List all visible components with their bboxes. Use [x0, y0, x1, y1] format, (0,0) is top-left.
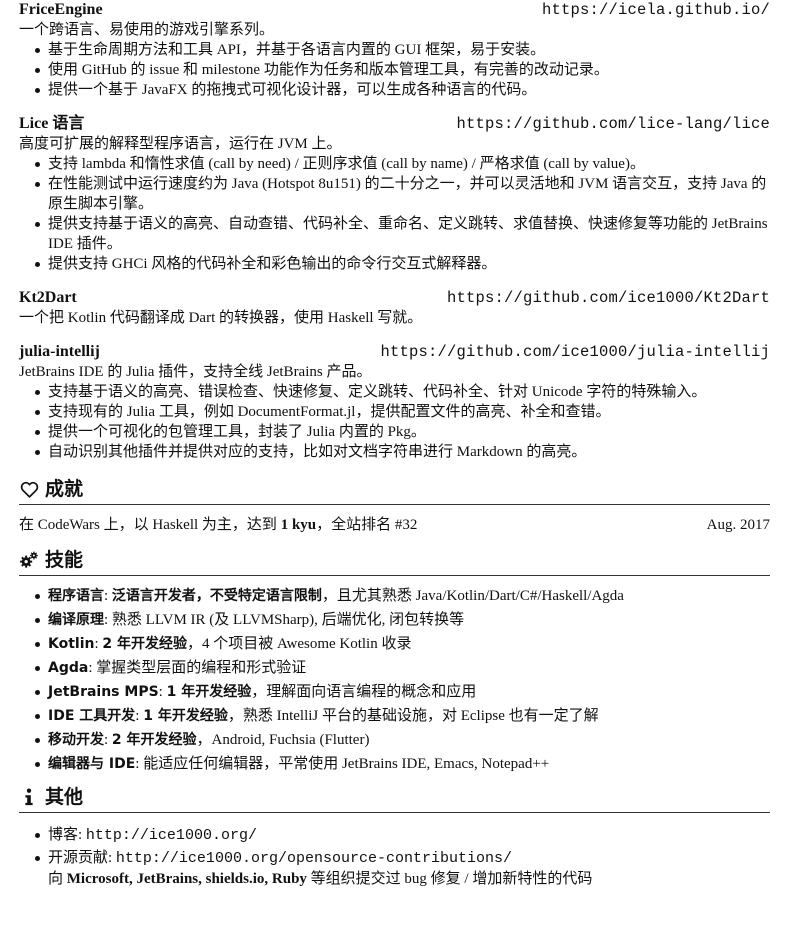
project-header: FriceEngine https://icela.github.io/ [19, 0, 770, 20]
list-item: 支持现有的 Julia 工具，例如 DocumentFormat.jl，提供配置… [35, 402, 770, 422]
skill-text: ，且尤其熟悉 Java/Kotlin/Dart/C#/Haskell/Agda [321, 588, 624, 604]
project-title: Lice 语言 [19, 115, 85, 132]
skill-text: ，4 个项目被 Awesome Kotlin 收录 [187, 636, 412, 652]
skill-text: 掌握类型层面的编程和形式验证 [96, 660, 307, 676]
skill-highlight: 泛语言开发者，不受特定语言限制 [111, 588, 322, 604]
skill-label: 程序语言 [48, 588, 104, 604]
list-item: 编辑器与 IDE: 能适应任何编辑器，平常使用 JetBrains IDE, E… [35, 754, 770, 774]
achievement-text: 在 CodeWars 上，以 Haskell 为主，达到 1 kyu，全站排名 … [19, 515, 417, 535]
list-item: 提供一个可视化的包管理工具，封装了 Julia 内置的 Pkg。 [35, 422, 770, 442]
cogs-icon [19, 550, 39, 570]
project-bullets: 支持 lambda 和惰性求值 (call by need) / 正则序求值 (… [19, 154, 770, 274]
skill-highlight: 1 年开发经验 [143, 708, 228, 724]
section-heading-others: 其他 [19, 784, 770, 813]
skill-sep: : [104, 588, 112, 604]
achievement-suffix: ，全站排名 #32 [316, 517, 418, 533]
project-title: FriceEngine [19, 1, 103, 18]
project-url[interactable]: https://icela.github.io/ [542, 0, 770, 20]
list-item: 基于生命周期方法和工具 API，并基于各语言内置的 GUI 框架，易于安装。 [35, 40, 770, 60]
oss-link[interactable]: http://ice1000.org/opensource-contributi… [116, 850, 512, 867]
project-title: julia-intellij [19, 343, 100, 360]
skill-sep: : [104, 732, 112, 748]
skill-label: JetBrains MPS [48, 684, 159, 700]
list-item: IDE 工具开发: 1 年开发经验，熟悉 IntelliJ 平台的基础设施，对 … [35, 706, 770, 726]
list-item: 在性能测试中运行速度约为 Java (Hotspot 8u151) 的二十分之一… [35, 174, 770, 214]
oss-orgs: Microsoft, JetBrains, shields.io, Ruby [66, 871, 307, 887]
skill-sep: : [104, 612, 112, 628]
list-item: 移动开发: 2 年开发经验，Android, Fuchsia (Flutter) [35, 730, 770, 750]
skill-highlight: 1 年开发经验 [166, 684, 252, 700]
project-bullets: 基于生命周期方法和工具 API，并基于各语言内置的 GUI 框架，易于安装。 使… [19, 40, 770, 100]
resume-page: FriceEngine https://icela.github.io/ 一个跨… [0, 0, 807, 934]
achievement-rank: 1 kyu [280, 517, 317, 533]
project-kt2dart: Kt2Dart https://github.com/ice1000/Kt2Da… [19, 288, 770, 328]
project-header: julia-intellij https://github.com/ice100… [19, 342, 770, 362]
list-item: 提供支持基于语义的高亮、自动查错、代码补全、重命名、定义跳转、求值替换、快速修复… [35, 214, 770, 254]
skill-highlight: 2 年开发经验 [102, 636, 188, 652]
list-item: 使用 GitHub 的 issue 和 milestone 功能作为任务和版本管… [35, 60, 770, 80]
section-title: 技能 [45, 549, 84, 571]
list-item: 提供一个基于 JavaFX 的拖拽式可视化设计器，可以生成各种语言的代码。 [35, 80, 770, 100]
skill-label: 编译原理 [48, 612, 104, 628]
oss-prefix: 向 [48, 871, 67, 887]
list-item: 支持基于语义的高亮、错误检查、快速修复、定义跳转、代码补全、针对 Unicode… [35, 382, 770, 402]
skill-label: 编辑器与 IDE [48, 756, 136, 772]
blog-label: 博客: [48, 827, 86, 843]
project-description: JetBrains IDE 的 Julia 插件，支持全线 JetBrains … [19, 364, 372, 380]
achievement-row: 在 CodeWars 上，以 Haskell 为主，达到 1 kyu，全站排名 … [19, 515, 770, 535]
project-header: Lice 语言 https://github.com/lice-lang/lic… [19, 114, 770, 134]
list-item: 提供支持 GHCi 风格的代码补全和彩色输出的命令行交互式解释器。 [35, 254, 770, 274]
skill-text: 能适应任何编辑器，平常使用 JetBrains IDE, Emacs, Note… [143, 756, 550, 772]
skill-text: 熟悉 LLVM IR (及 LLVMSharp), 后端优化, 闭包转换等 [111, 612, 465, 628]
project-lice: Lice 语言 https://github.com/lice-lang/lic… [19, 114, 770, 274]
list-item: JetBrains MPS: 1 年开发经验，理解面向语言编程的概念和应用 [35, 682, 770, 702]
list-item: 自动识别其他插件并提供对应的支持，比如对文档字符串进行 Markdown 的高亮… [35, 442, 770, 462]
skill-label: Agda [48, 660, 89, 676]
list-item: 开源贡献: http://ice1000.org/opensource-cont… [35, 848, 770, 889]
project-url[interactable]: https://github.com/ice1000/julia-intelli… [380, 342, 770, 362]
section-title: 成就 [45, 478, 84, 500]
oss-label: 开源贡献: [48, 850, 116, 866]
skill-highlight: 2 年开发经验 [111, 732, 197, 748]
skill-text: ，Android, Fuchsia (Flutter) [196, 732, 370, 748]
list-item: Kotlin: 2 年开发经验，4 个项目被 Awesome Kotlin 收录 [35, 634, 770, 654]
oss-suffix: 等组织提交过 bug 修复 / 增加新特性的代码 [306, 871, 593, 887]
skill-sep: : [135, 708, 144, 724]
skill-text: ，熟悉 IntelliJ 平台的基础设施，对 Eclipse 也有一定了解 [227, 708, 599, 724]
list-item: Agda: 掌握类型层面的编程和形式验证 [35, 658, 770, 678]
skill-label: 移动开发 [48, 732, 104, 748]
info-icon [19, 787, 39, 807]
section-title: 其他 [45, 786, 84, 808]
skill-text: ，理解面向语言编程的概念和应用 [251, 684, 477, 700]
list-item: 编译原理: 熟悉 LLVM IR (及 LLVMSharp), 后端优化, 闭包… [35, 610, 770, 630]
project-title: Kt2Dart [19, 289, 77, 306]
project-friceengine: FriceEngine https://icela.github.io/ 一个跨… [19, 0, 770, 100]
project-description: 一个把 Kotlin 代码翻译成 Dart 的转换器，使用 Haskell 写就… [19, 310, 423, 326]
heart-outline-icon [19, 479, 39, 499]
skill-label: IDE 工具开发 [48, 708, 136, 724]
list-item: 博客: http://ice1000.org/ [35, 825, 770, 846]
others-list: 博客: http://ice1000.org/ 开源贡献: http://ice… [19, 825, 770, 889]
section-heading-skills: 技能 [19, 547, 770, 576]
skill-label: Kotlin [48, 636, 95, 652]
blog-link[interactable]: http://ice1000.org/ [86, 827, 257, 844]
project-url[interactable]: https://github.com/ice1000/Kt2Dart [447, 288, 770, 308]
achievement-date: Aug. 2017 [706, 517, 770, 533]
skill-sep: : [158, 684, 167, 700]
skill-sep: : [135, 756, 144, 772]
project-url[interactable]: https://github.com/lice-lang/lice [456, 114, 770, 134]
project-description: 高度可扩展的解释型程序语言，运行在 JVM 上。 [19, 136, 342, 152]
project-header: Kt2Dart https://github.com/ice1000/Kt2Da… [19, 288, 770, 308]
achievement-prefix: 在 CodeWars 上，以 Haskell 为主，达到 [19, 517, 281, 533]
project-bullets: 支持基于语义的高亮、错误检查、快速修复、定义跳转、代码补全、针对 Unicode… [19, 382, 770, 462]
skills-list: 程序语言: 泛语言开发者，不受特定语言限制，且尤其熟悉 Java/Kotlin/… [19, 586, 770, 774]
list-item: 程序语言: 泛语言开发者，不受特定语言限制，且尤其熟悉 Java/Kotlin/… [35, 586, 770, 606]
project-description: 一个跨语言、易使用的游戏引擎系列。 [19, 22, 275, 38]
project-julia-intellij: julia-intellij https://github.com/ice100… [19, 342, 770, 462]
list-item: 支持 lambda 和惰性求值 (call by need) / 正则序求值 (… [35, 154, 770, 174]
section-heading-achievements: 成就 [19, 476, 770, 505]
